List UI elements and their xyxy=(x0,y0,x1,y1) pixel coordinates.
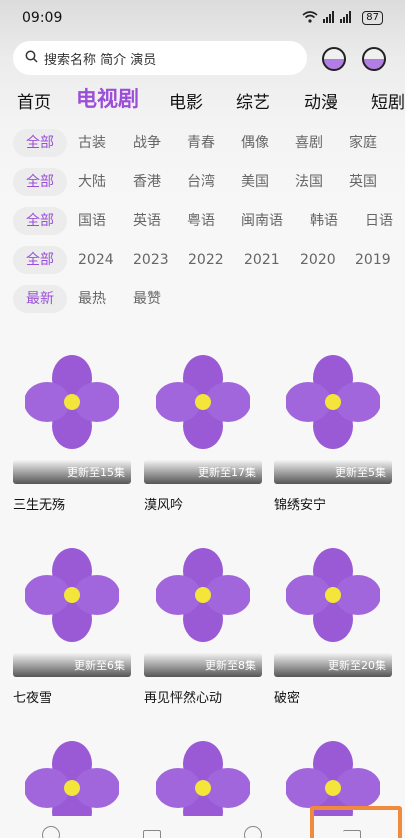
filter-chip[interactable]: 最新 xyxy=(13,285,67,313)
drama-card[interactable]: 更新至5集锦绣安宁 xyxy=(274,354,392,513)
drama-card[interactable]: 更新至6集七夜雪 xyxy=(13,547,131,706)
filter-chip[interactable]: 家庭 xyxy=(349,129,377,157)
filter-chip[interactable]: 英国 xyxy=(349,168,377,196)
filter-row-genre: 全部 古装 战争 青春 偶像 喜剧 家庭 xyxy=(0,129,405,159)
filter-chip[interactable]: 2021 xyxy=(244,246,280,274)
drama-card[interactable]: 更新至15集三生无殇 xyxy=(13,354,131,513)
filter-chip[interactable]: 2022 xyxy=(188,246,224,274)
drama-title: 七夜雪 xyxy=(13,691,53,706)
status-time: 09:09 xyxy=(22,10,63,26)
filter-chip[interactable]: 美国 xyxy=(241,168,269,196)
filter-chip[interactable]: 全部 xyxy=(13,168,67,196)
update-badge: 更新至8集 xyxy=(144,653,262,677)
update-badge: 更新至5集 xyxy=(274,460,392,484)
filter-row-language: 全部 国语 英语 粤语 闽南语 韩语 日语 xyxy=(0,207,405,237)
filter-chip[interactable]: 2020 xyxy=(300,246,336,274)
tab-tv[interactable]: 电视剧 xyxy=(76,83,139,113)
wifi-icon xyxy=(302,10,318,26)
filter-chip[interactable]: 法国 xyxy=(295,168,323,196)
flower-placeholder-icon xyxy=(25,355,119,449)
tab-anime[interactable]: 动漫 xyxy=(304,88,338,113)
flower-placeholder-icon xyxy=(286,548,380,642)
drama-card[interactable]: 更新至8集再见怦然心动 xyxy=(144,547,262,706)
highlight-box xyxy=(310,806,402,838)
drama-title: 三生无殇 xyxy=(13,498,66,513)
filter-chip[interactable]: 古装 xyxy=(78,129,106,157)
search-placeholder: 搜索名称 简介 演员 xyxy=(44,52,157,68)
discover-nav-icon[interactable] xyxy=(244,826,262,838)
filter-chip[interactable]: 喜剧 xyxy=(295,129,323,157)
tab-short[interactable]: 短剧 xyxy=(371,88,405,113)
drama-poster: 更新至15集 xyxy=(13,354,131,484)
drama-poster: 更新至6集 xyxy=(13,547,131,677)
filter-chip[interactable]: 闽南语 xyxy=(241,207,283,235)
list-nav-icon[interactable] xyxy=(143,830,161,838)
status-bar: 09:09 87 xyxy=(0,0,405,36)
search-input[interactable]: 搜索名称 简介 演员 xyxy=(13,41,307,75)
drama-title: 漠风吟 xyxy=(144,498,184,513)
flower-placeholder-icon xyxy=(156,548,250,642)
drama-poster: 更新至8集 xyxy=(144,547,262,677)
filter-chip[interactable]: 日语 xyxy=(365,207,393,235)
filter-row-sort: 最新 最热 最赞 xyxy=(0,285,405,315)
filter-chip[interactable]: 英语 xyxy=(133,207,161,235)
battery-icon: 87 xyxy=(362,11,383,25)
update-badge: 更新至15集 xyxy=(13,460,131,484)
filter-chip[interactable]: 战争 xyxy=(133,129,161,157)
flower-placeholder-icon xyxy=(156,355,250,449)
filter-chip[interactable]: 全部 xyxy=(13,207,67,235)
filter-chip[interactable]: 2024 xyxy=(78,246,114,274)
status-icons: 87 xyxy=(302,10,383,26)
filter-chip[interactable]: 2019 xyxy=(355,246,391,274)
main-tabs: 首页 电视剧 电影 综艺 动漫 短剧 xyxy=(0,86,405,114)
history-icon[interactable] xyxy=(362,47,386,71)
drama-title: 破密 xyxy=(274,691,301,706)
update-badge: 更新至6集 xyxy=(13,653,131,677)
drama-card[interactable]: 更新至17集漠风吟 xyxy=(144,354,262,513)
drama-poster: 更新至17集 xyxy=(144,354,262,484)
drama-poster: 更新至20集 xyxy=(274,547,392,677)
filter-chip[interactable]: 最赞 xyxy=(133,285,161,313)
filter-chip[interactable]: 最热 xyxy=(78,285,106,313)
filter-chip[interactable]: 青春 xyxy=(187,129,215,157)
filter-chip[interactable]: 2023 xyxy=(133,246,169,274)
download-icon[interactable] xyxy=(322,47,346,71)
update-badge: 更新至17集 xyxy=(144,460,262,484)
flower-placeholder-icon xyxy=(25,548,119,642)
drama-poster: 更新至5集 xyxy=(274,354,392,484)
drama-title: 锦绣安宁 xyxy=(274,498,327,513)
tab-variety[interactable]: 综艺 xyxy=(236,88,270,113)
filter-chip[interactable]: 粤语 xyxy=(187,207,215,235)
filter-chip[interactable]: 国语 xyxy=(78,207,106,235)
filter-chip[interactable]: 香港 xyxy=(133,168,161,196)
update-badge: 更新至20集 xyxy=(274,653,392,677)
filter-chip[interactable]: 偶像 xyxy=(241,129,269,157)
filter-chip[interactable]: 全部 xyxy=(13,129,67,157)
filter-chip[interactable]: 大陆 xyxy=(78,168,106,196)
signal-icon xyxy=(323,10,357,26)
drama-title: 再见怦然心动 xyxy=(144,691,223,706)
filter-chip[interactable]: 台湾 xyxy=(187,168,215,196)
drama-card[interactable]: 更新至20集破密 xyxy=(274,547,392,706)
tab-movie[interactable]: 电影 xyxy=(169,88,203,113)
filter-row-year: 全部 2024 2023 2022 2021 2020 2019 xyxy=(0,246,405,276)
filter-row-region: 全部 大陆 香港 台湾 美国 法国 英国 xyxy=(0,168,405,198)
flower-placeholder-icon xyxy=(286,355,380,449)
home-nav-icon[interactable] xyxy=(42,826,60,838)
filter-chip[interactable]: 全部 xyxy=(13,246,67,274)
search-icon xyxy=(25,50,38,67)
filter-chip[interactable]: 韩语 xyxy=(310,207,338,235)
tab-home[interactable]: 首页 xyxy=(17,88,51,113)
